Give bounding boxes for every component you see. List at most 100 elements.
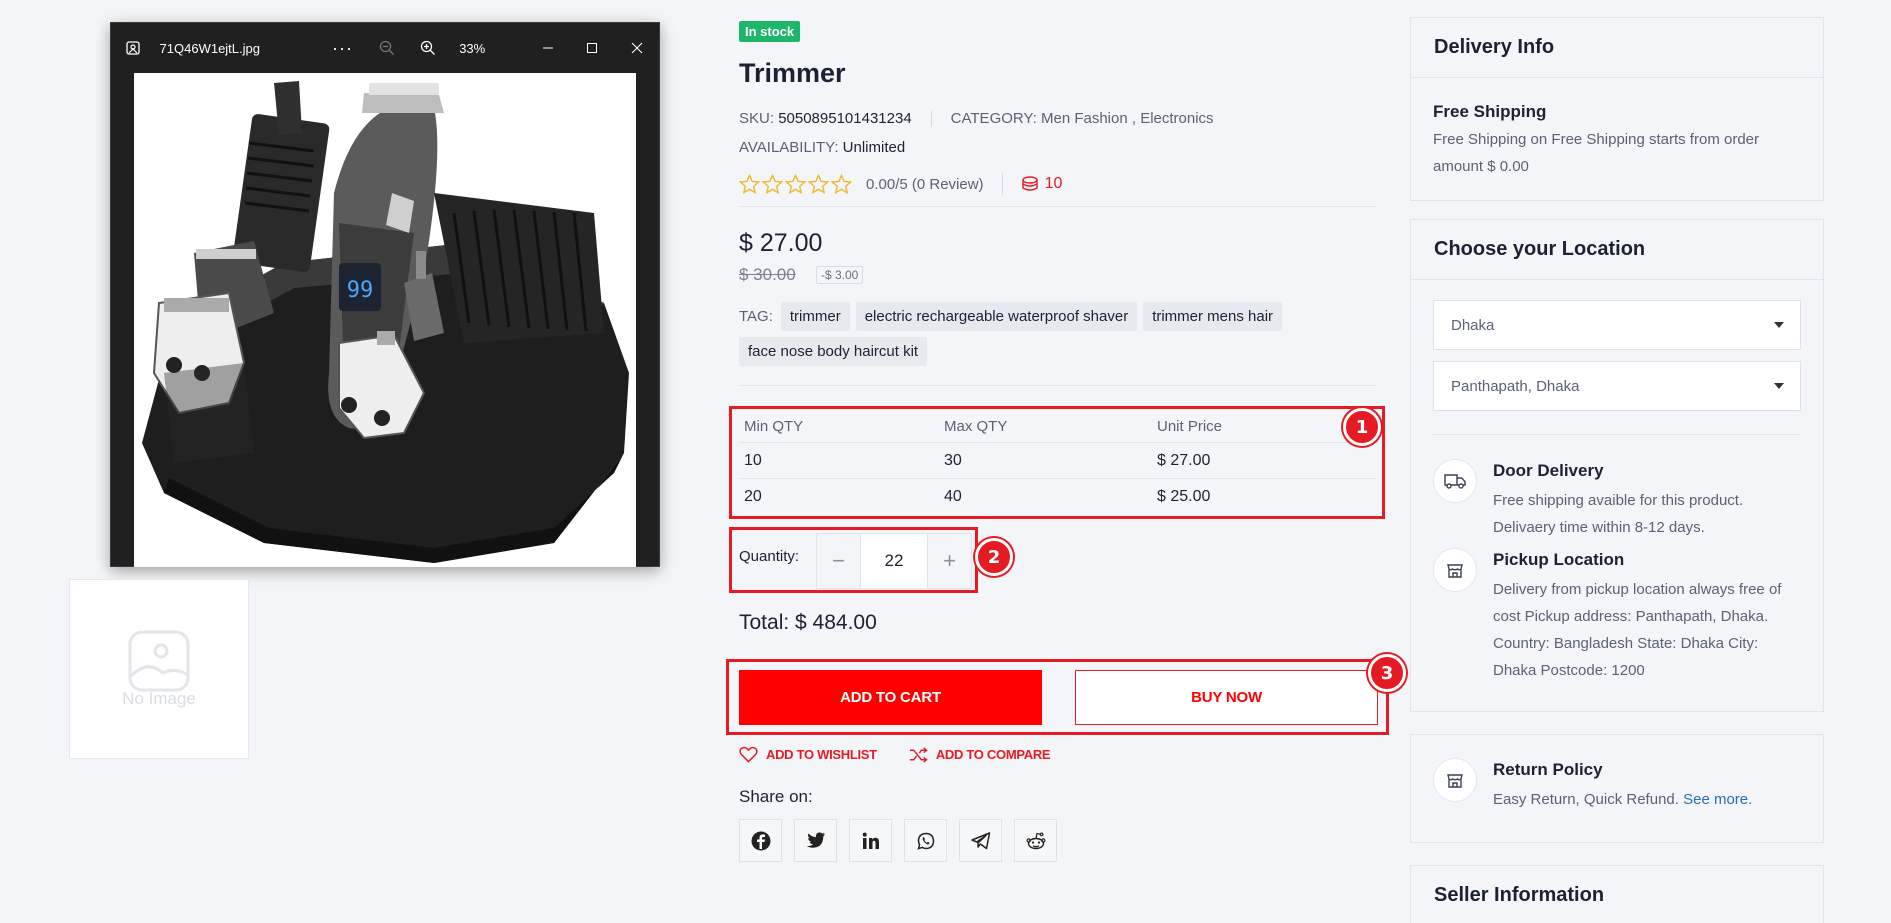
viewer-filename: 71Q46W1ejtL.jpg bbox=[159, 40, 260, 56]
sold-count: 10 bbox=[1021, 175, 1063, 193]
product-image: 99 bbox=[134, 73, 636, 567]
availability-row: AVAILABILITY: Unlimited bbox=[739, 139, 905, 156]
annotation-box-2 bbox=[729, 527, 978, 593]
display-digits: 99 bbox=[347, 278, 374, 303]
free-shipping-text: Free Shipping on Free Shipping starts fr… bbox=[1433, 131, 1759, 175]
share-whatsapp-button[interactable] bbox=[904, 819, 947, 862]
chevron-down-icon bbox=[1774, 383, 1784, 389]
thumbnail-no-image[interactable]: No Image bbox=[69, 579, 249, 759]
tag[interactable]: trimmer mens hair bbox=[1143, 302, 1283, 331]
more-options-button[interactable]: ··· bbox=[318, 38, 366, 59]
location-card: Choose your Location Dhaka Panthapath, D… bbox=[1410, 219, 1824, 712]
sku-value: 5050895101431234 bbox=[778, 110, 912, 127]
rating-text[interactable]: 0.00/5 (0 Review) bbox=[866, 176, 984, 193]
star-icon bbox=[831, 174, 852, 194]
pickup-location-text: Delivery from pickup location always fre… bbox=[1493, 581, 1782, 679]
sku-label: SKU: bbox=[739, 110, 775, 127]
star-icon bbox=[785, 174, 806, 194]
annotation-number-3: 3 bbox=[1368, 654, 1406, 692]
reddit-icon bbox=[1026, 832, 1045, 849]
sku-category-row: SKU: 5050895101431234 CATEGORY: Men Fash… bbox=[739, 110, 1214, 127]
photo-app-icon bbox=[111, 23, 156, 73]
seller-info-card: Seller Information bbox=[1410, 865, 1824, 923]
annotation-box-3 bbox=[726, 659, 1389, 735]
divider bbox=[739, 206, 1376, 207]
star-icon bbox=[739, 174, 760, 194]
star-rating bbox=[739, 174, 852, 194]
chevron-down-icon bbox=[1774, 322, 1784, 328]
pickup-location-title: Pickup Location bbox=[1493, 550, 1625, 569]
add-to-compare-link[interactable]: ADD TO COMPARE bbox=[909, 746, 1051, 763]
annotation-box-1 bbox=[729, 406, 1385, 519]
share-label: Share on: bbox=[739, 787, 813, 806]
delivery-info-card: Delivery Info Free Shipping Free Shippin… bbox=[1410, 17, 1824, 201]
add-to-wishlist-link[interactable]: ADD TO WISHLIST bbox=[739, 746, 877, 763]
door-delivery-title: Door Delivery bbox=[1493, 461, 1604, 480]
return-policy-item: Return Policy Easy Return, Quick Refund.… bbox=[1411, 735, 1823, 813]
annotation-number-2: 2 bbox=[975, 538, 1013, 576]
return-policy-text: Easy Return, Quick Refund. See more. bbox=[1493, 786, 1752, 813]
area-select-value: Panthapath, Dhaka bbox=[1451, 377, 1580, 395]
tag[interactable]: electric rechargeable waterproof shaver bbox=[855, 302, 1138, 331]
maximize-icon[interactable] bbox=[570, 23, 615, 73]
seller-info-title: Seller Information bbox=[1434, 884, 1605, 906]
wishlist-label: ADD TO WISHLIST bbox=[766, 747, 877, 762]
stock-badge: In stock bbox=[739, 21, 801, 42]
share-buttons bbox=[739, 819, 1057, 862]
star-icon bbox=[762, 174, 783, 194]
zoom-level: 33% bbox=[459, 40, 486, 56]
coins-icon bbox=[1021, 176, 1038, 191]
divider bbox=[739, 385, 1376, 386]
current-price: $ 27.00 bbox=[739, 229, 823, 257]
telegram-icon bbox=[970, 831, 990, 849]
pickup-location-item: Pickup Location Delivery from pickup loc… bbox=[1411, 548, 1823, 684]
door-delivery-text: Free shipping avaible for this product. … bbox=[1493, 492, 1744, 536]
share-telegram-button[interactable] bbox=[959, 819, 1002, 862]
category-label: CATEGORY: bbox=[950, 110, 1037, 127]
availability-label: AVAILABILITY: bbox=[739, 139, 839, 156]
share-twitter-button[interactable] bbox=[794, 819, 837, 862]
share-linkedin-button[interactable] bbox=[849, 819, 892, 862]
divider bbox=[1001, 173, 1003, 195]
store-icon bbox=[1433, 758, 1477, 802]
zoom-out-icon[interactable] bbox=[367, 23, 408, 73]
return-policy-title: Return Policy bbox=[1493, 760, 1603, 779]
sold-count-value: 10 bbox=[1044, 175, 1063, 192]
image-placeholder-icon bbox=[128, 630, 190, 692]
annotation-number-1: 1 bbox=[1343, 408, 1381, 446]
viewer-titlebar[interactable]: 71Q46W1ejtL.jpg ··· 33% bbox=[111, 23, 659, 73]
share-reddit-button[interactable] bbox=[1014, 819, 1057, 862]
old-price: $ 30.00 bbox=[739, 265, 796, 284]
free-shipping-title: Free Shipping bbox=[1433, 102, 1547, 121]
discount-badge: -$ 3.00 bbox=[816, 266, 864, 284]
see-more-link[interactable]: See more. bbox=[1683, 791, 1752, 808]
area-select[interactable]: Panthapath, Dhaka bbox=[1433, 361, 1801, 411]
door-delivery-item: Door Delivery Free shipping avaible for … bbox=[1411, 459, 1823, 541]
tag[interactable]: trimmer bbox=[780, 302, 850, 331]
secondary-actions: ADD TO WISHLIST ADD TO COMPARE bbox=[739, 746, 1051, 763]
return-policy-text-main: Easy Return, Quick Refund. bbox=[1493, 791, 1679, 808]
delivery-info-title: Delivery Info bbox=[1434, 36, 1555, 58]
shuffle-icon bbox=[909, 746, 928, 763]
product-title: Trimmer bbox=[739, 58, 846, 88]
star-icon bbox=[808, 174, 829, 194]
store-icon bbox=[1433, 548, 1477, 592]
facebook-icon bbox=[751, 831, 770, 850]
city-select[interactable]: Dhaka bbox=[1433, 300, 1801, 350]
close-icon[interactable] bbox=[615, 23, 660, 73]
share-facebook-button[interactable] bbox=[739, 819, 782, 862]
tag[interactable]: face nose body haircut kit bbox=[739, 337, 928, 366]
total-price: Total: $ 484.00 bbox=[739, 611, 877, 634]
availability-value: Unlimited bbox=[842, 139, 906, 156]
minimize-icon[interactable] bbox=[525, 23, 570, 73]
truck-icon bbox=[1433, 459, 1477, 503]
whatsapp-icon bbox=[916, 832, 934, 850]
tag-label: TAG: bbox=[739, 308, 773, 325]
linkedin-icon bbox=[862, 832, 879, 849]
zoom-in-icon[interactable] bbox=[407, 23, 448, 73]
rating-row: 0.00/5 (0 Review) 10 bbox=[739, 173, 1062, 195]
image-viewer-window: 71Q46W1ejtL.jpg ··· 33% 99 bbox=[110, 22, 660, 567]
category-value[interactable]: Men Fashion , Electronics bbox=[1041, 110, 1214, 127]
compare-label: ADD TO COMPARE bbox=[935, 747, 1051, 762]
location-title: Choose your Location bbox=[1434, 238, 1646, 260]
